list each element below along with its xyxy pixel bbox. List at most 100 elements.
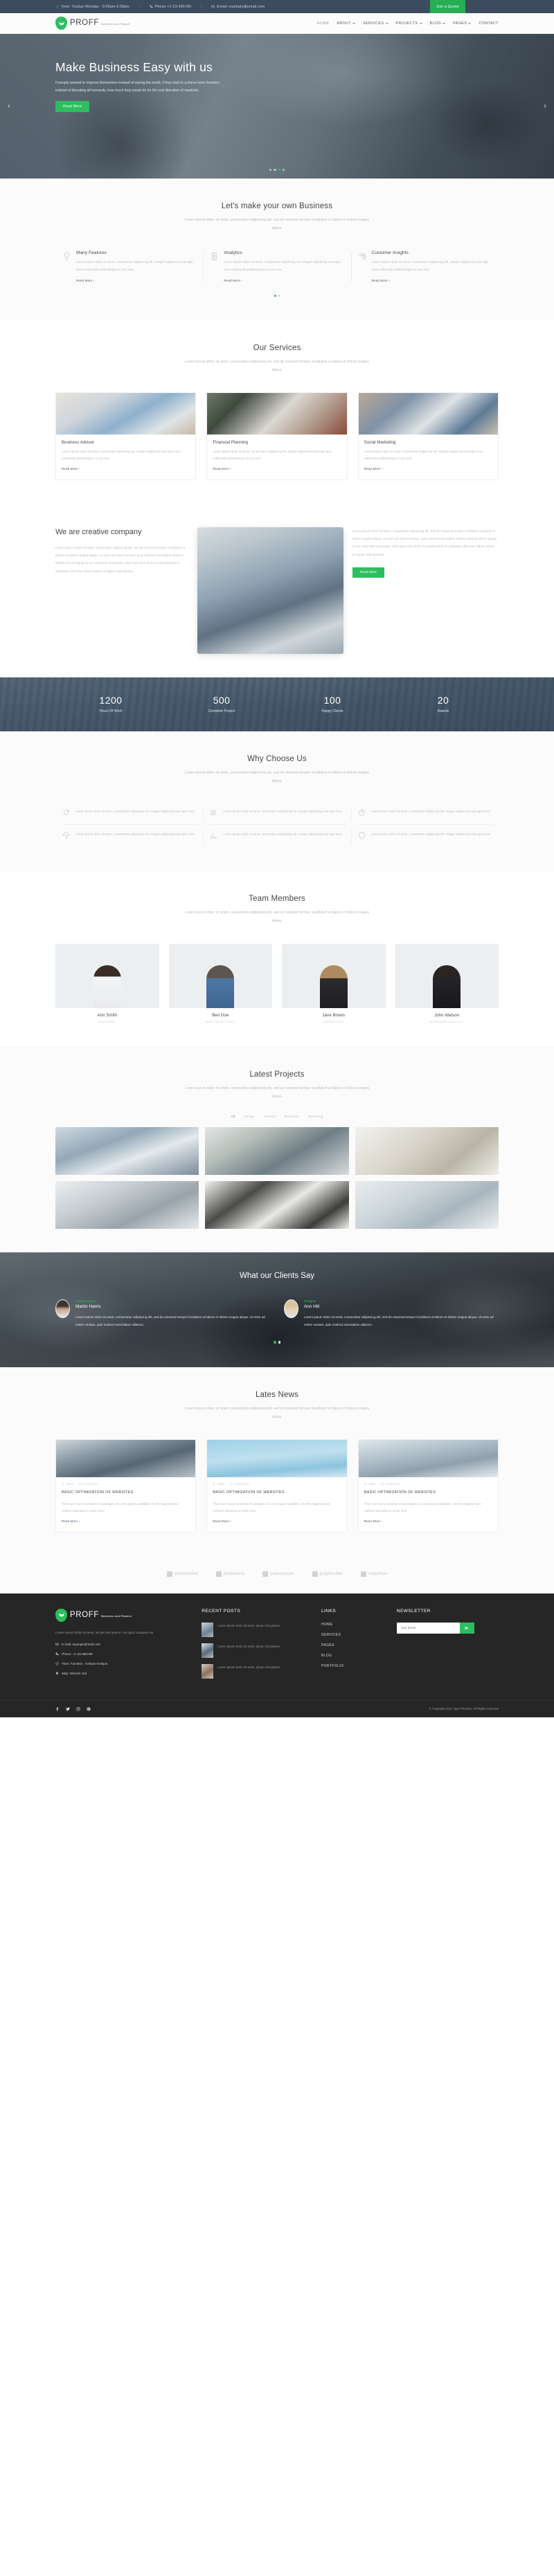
footer-link-blog[interactable]: BLOG — [321, 1654, 397, 1658]
hero-dot[interactable] — [282, 168, 285, 171]
footer-time: Time: Tus-Mon : 9:00am-6:00pm — [55, 1662, 190, 1665]
project-item[interactable] — [355, 1127, 499, 1176]
footer-newsletter-heading: NEWSLETTER — [396, 1608, 431, 1614]
testimonial-quote: Lorem ipsum dolor sit amet, consectetur … — [304, 1315, 494, 1326]
testimonial-role: Designer — [304, 1299, 316, 1304]
client-logo-videohive[interactable]: videohive — [360, 1571, 387, 1577]
nav-item-about[interactable]: ABOUT — [337, 21, 355, 26]
features-dot[interactable] — [278, 294, 280, 297]
why-text: Lorem ipsum dolor sit amet, consectetur … — [75, 832, 195, 837]
nav-item-pages[interactable]: PAGES — [453, 21, 472, 26]
news-text: There are many variations of passages of… — [213, 1501, 330, 1513]
client-logo-photodune[interactable]: photodune — [215, 1571, 244, 1577]
filter-marketing[interactable]: Marketing — [308, 1115, 323, 1118]
testimonial-dot[interactable] — [278, 1341, 280, 1344]
twitter-icon[interactable] — [66, 1707, 70, 1711]
service-text: Lorem ipsum dolor sit amet, consectetur … — [213, 450, 332, 460]
counter-label: Happy Clients — [321, 709, 343, 714]
client-logo-graphicriver[interactable]: graphicriver — [312, 1571, 343, 1577]
nav-item-home[interactable]: HOME — [317, 21, 330, 26]
client-logo-themeforest[interactable]: themeforest — [167, 1571, 198, 1577]
feature-read-more-link[interactable]: Read More › — [224, 279, 242, 282]
team-member-card[interactable]: Jane Brown MARKETING — [282, 943, 386, 1023]
top-bar: Time: Tusday-Monday : 9:00am-6:00pm Phon… — [0, 0, 554, 13]
get-a-quote-button[interactable]: Get a Quote — [430, 0, 465, 13]
team-title: Team Members — [249, 895, 305, 904]
service-image — [56, 393, 196, 435]
newsletter-submit-button[interactable] — [459, 1622, 474, 1634]
client-logo-codecanyon[interactable]: codecanyon — [262, 1571, 294, 1577]
hero-dot-active[interactable] — [278, 168, 280, 171]
service-card[interactable]: Financial Planning Lorem ipsum dolor sit… — [206, 392, 348, 480]
team-member-card[interactable]: Ben Doe WEB DEVELOPER — [168, 943, 272, 1023]
hero-dot[interactable] — [269, 168, 272, 171]
hero-prev-arrow[interactable]: ‹ — [8, 102, 10, 110]
team-member-card[interactable]: Ann Smith DESIGNER — [55, 943, 159, 1023]
team-member-role: DESIGNER — [98, 1019, 116, 1023]
footer-link-services[interactable]: SERVICES — [321, 1633, 397, 1637]
nav-item-contact[interactable]: CONTACT — [479, 21, 499, 26]
client-label: videohive — [368, 1571, 387, 1577]
service-card[interactable]: Social Marketing Lorem ipsum dolor sit a… — [357, 392, 499, 480]
instagram-icon[interactable] — [76, 1707, 80, 1711]
news-card[interactable]: Admin 12 Sep 2017 BASIC OPTIMIZATION OF … — [357, 1439, 499, 1533]
filter-design[interactable]: Design — [244, 1115, 254, 1118]
project-item[interactable] — [205, 1127, 349, 1176]
project-item[interactable] — [355, 1181, 499, 1230]
hero-dot[interactable] — [274, 168, 276, 171]
news-read-more-link[interactable]: Read More › — [364, 1519, 383, 1523]
service-card[interactable]: Business Advisor Lorem ipsum dolor sit a… — [55, 392, 197, 480]
recent-post-item[interactable]: Lorem ipsum dolor sit amet, ad per sint … — [202, 1643, 321, 1658]
umbrella-icon — [62, 831, 71, 841]
hero-next-arrow[interactable]: › — [544, 102, 546, 110]
news-read-more-link[interactable]: Read More › — [213, 1519, 231, 1523]
team-member-card[interactable]: John Watson BUSINESS ANALYST — [395, 943, 499, 1023]
features-dot-active[interactable] — [274, 294, 276, 297]
recent-post-thumb — [202, 1663, 214, 1679]
news-card[interactable]: Admin 12 Sep 2017 BASIC OPTIMIZATION OF … — [55, 1439, 197, 1533]
nav-item-blog[interactable]: BLOG — [430, 21, 446, 26]
why-item: Lorem ipsum dolor sit amet, consectetur … — [203, 802, 350, 825]
facebook-icon[interactable] — [55, 1707, 60, 1711]
footer-link-portfolio[interactable]: PORTFOLIO — [321, 1664, 397, 1668]
news-read-more-link[interactable]: Read More › — [62, 1519, 80, 1523]
footer-links-heading: LINKS — [321, 1608, 337, 1614]
service-read-more-link[interactable]: Read More › — [364, 467, 383, 471]
chevron-down-icon — [352, 22, 355, 24]
footer-time-text: Time: Tus-Mon : 9:00am-6:00pm — [62, 1662, 108, 1666]
why-choose-section: Why Choose Us Lorem ipsum dolor sit amet… — [0, 731, 554, 872]
recent-post-text: Lorem ipsum dolor sit amet, ad per sint … — [217, 1644, 280, 1648]
send-icon — [465, 1626, 470, 1629]
creative-read-more-button[interactable]: Read More — [352, 567, 384, 578]
topbar-time: Time: Tusday-Monday : 9:00am-6:00pm — [55, 5, 129, 9]
hero-paragraph: If people wanted to improve themselves i… — [55, 81, 220, 93]
news-card[interactable]: Admin 12 Sep 2017 BASIC OPTIMIZATION OF … — [206, 1439, 348, 1533]
filter-business[interactable]: Business — [285, 1115, 298, 1118]
testimonial-dot-active[interactable] — [274, 1341, 276, 1344]
footer-logo[interactable]: PROFF Business and Finance — [55, 1608, 190, 1622]
project-item[interactable] — [205, 1181, 349, 1230]
filter-all[interactable]: All — [231, 1115, 235, 1118]
service-read-more-link[interactable]: Read More › — [213, 467, 231, 471]
nav-item-services[interactable]: SERVICES — [363, 21, 388, 26]
footer-link-home[interactable]: HOME — [321, 1623, 397, 1627]
topbar-phone-label: Phone +1-23-456789 — [154, 4, 192, 9]
newsletter-email-input[interactable] — [396, 1622, 460, 1634]
project-item[interactable] — [55, 1127, 199, 1176]
recent-post-item[interactable]: Lorem ipsum dolor sit amet, ad per sint … — [202, 1663, 321, 1679]
recent-post-item[interactable]: Lorem ipsum dolor sit amet, ad per sint … — [202, 1622, 321, 1637]
news-author: Admin — [213, 1483, 224, 1486]
footer-link-pages[interactable]: PAGES — [321, 1643, 397, 1647]
nav-item-projects[interactable]: PROJECTS — [396, 21, 422, 26]
why-item: Lorem ipsum dolor sit amet, consectetur … — [55, 825, 203, 848]
hero-read-more-button[interactable]: Read More — [55, 101, 90, 113]
filter-finance[interactable]: Finance — [264, 1115, 276, 1118]
feature-read-more-link[interactable]: Read More › — [372, 279, 391, 282]
project-item[interactable] — [55, 1181, 199, 1230]
client-label: themeforest — [175, 1571, 198, 1577]
feature-read-more-link[interactable]: Read More › — [76, 279, 95, 282]
site-logo[interactable]: PROFF Business and Finance — [55, 17, 129, 30]
topbar-divider-2 — [201, 3, 202, 10]
pinterest-icon[interactable] — [87, 1707, 91, 1711]
service-read-more-link[interactable]: Read More › — [62, 467, 80, 471]
